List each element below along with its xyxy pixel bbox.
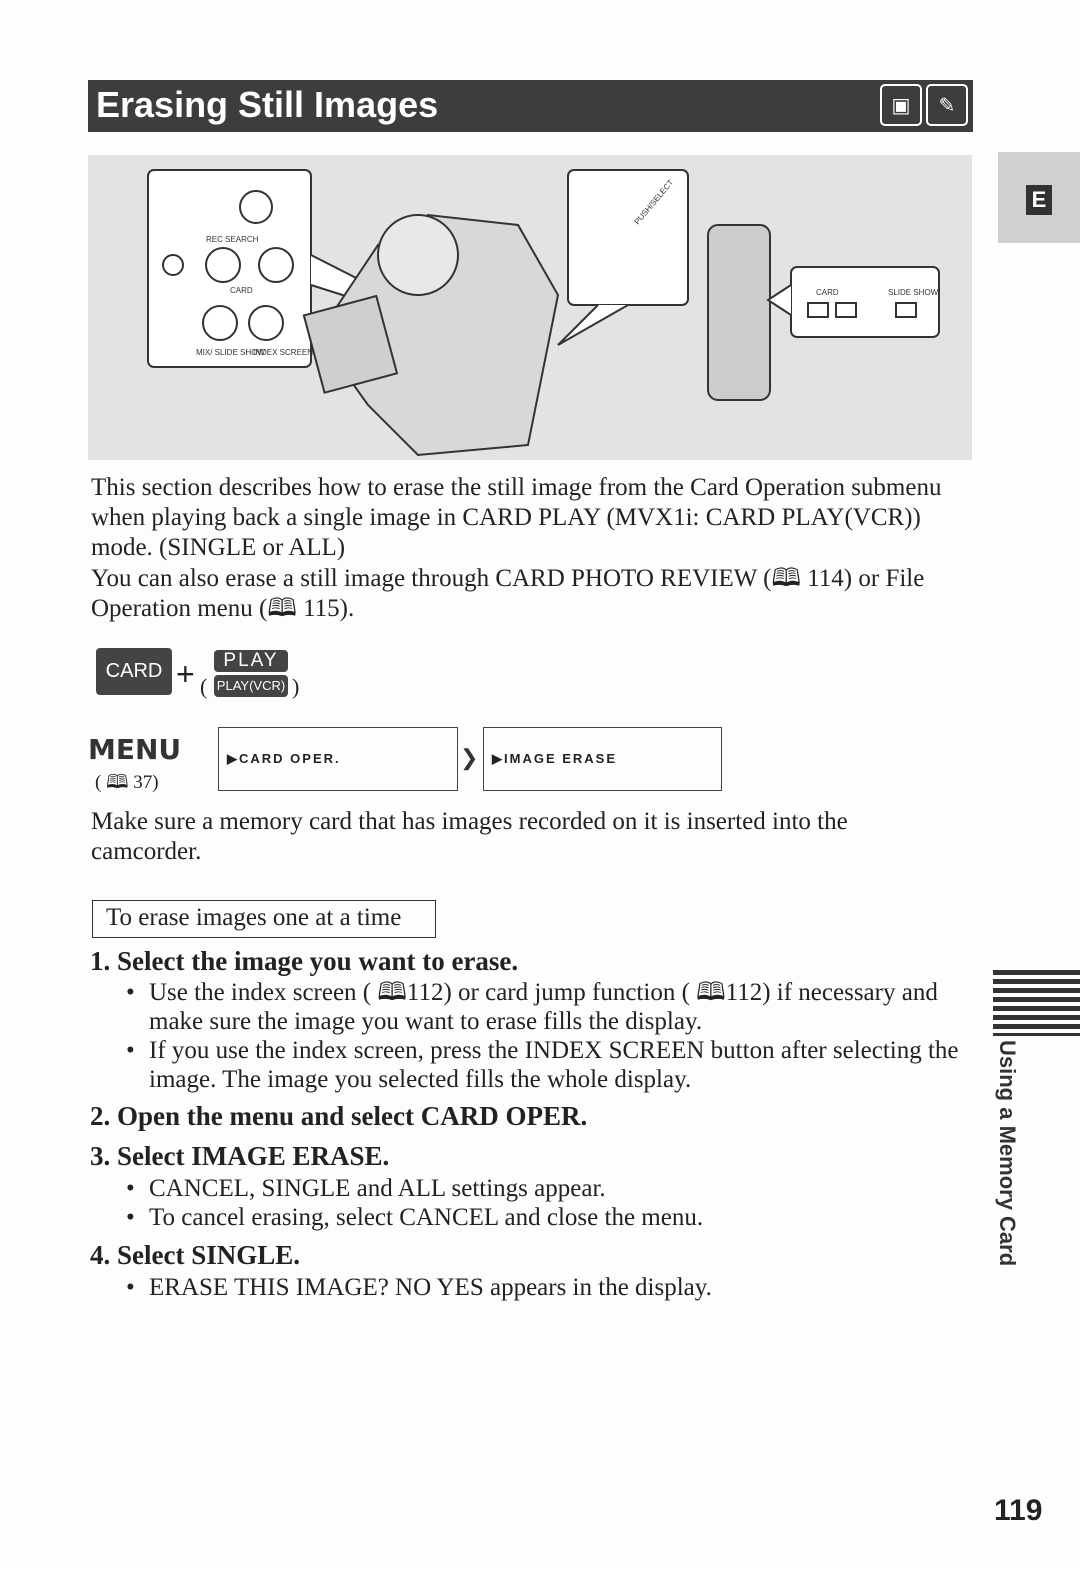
- card-label: CARD: [230, 286, 253, 295]
- remote-card-label: CARD: [816, 288, 839, 297]
- intro-paragraph-2: You can also erase a still image through…: [91, 564, 951, 624]
- bullet: • CANCEL, SINGLE and ALL settings appear.: [126, 1174, 966, 1203]
- book-icon: 🕮: [377, 979, 407, 1006]
- remote-slide-show-label: SLIDE SHOW: [888, 288, 939, 297]
- book-icon: 🕮: [106, 772, 129, 793]
- step-1: 1. Select the image you want to erase.: [90, 946, 519, 976]
- text: 115).: [296, 595, 355, 622]
- language-letter: E: [1026, 185, 1052, 215]
- language-tab: E: [998, 152, 1080, 243]
- menu-box-card-oper: ▶CARD OPER.: [218, 727, 458, 791]
- book-icon: 🕮: [771, 565, 801, 592]
- manual-page: Erasing Still Images ▣ ✎ REC SEARCH CARD…: [0, 0, 1080, 1569]
- note-paragraph: Make sure a memory card that has images …: [91, 808, 848, 865]
- ref-page: 37: [133, 772, 153, 793]
- card-play-icon: ▣: [880, 84, 922, 126]
- title-bar: Erasing Still Images ▣ ✎: [88, 80, 973, 132]
- arrow-icon: ❯: [460, 745, 479, 770]
- bullet: • ERASE THIS IMAGE? NO YES appears in the…: [126, 1273, 966, 1302]
- bullet-text: CANCEL, SINGLE and ALL settings appear.: [149, 1175, 606, 1202]
- play-vcr-key: PLAY(VCR): [214, 675, 288, 697]
- bullet: • If you use the index screen, press the …: [126, 1036, 966, 1094]
- bullet: • Use the index screen ( 🕮112) or card ju…: [126, 979, 938, 1035]
- step-4: 4. Select SINGLE.: [90, 1240, 301, 1270]
- bullet-dot: •: [126, 1175, 135, 1202]
- bullet: • To cancel erasing, select CANCEL and cl…: [126, 1203, 966, 1232]
- intro-paragraph: This section describes how to erase the …: [91, 474, 942, 561]
- section-stripes: [993, 970, 1080, 1036]
- bullet-dot: •: [126, 1037, 135, 1064]
- paren-open: (: [200, 674, 208, 699]
- text: You can also erase a still image through…: [91, 565, 772, 592]
- book-icon: 🕮: [696, 979, 726, 1006]
- subheading-box: To erase images one at a time: [92, 900, 436, 938]
- rec-search-label: REC SEARCH: [206, 235, 259, 244]
- book-icon: 🕮: [267, 595, 297, 622]
- bullet-text: To cancel erasing, select CANCEL and clo…: [149, 1204, 704, 1231]
- bullet-text: If you use the index screen, press the I…: [149, 1037, 959, 1093]
- menu-ref: ( 🕮 37): [95, 772, 159, 793]
- menu-box-image-erase: ▶IMAGE ERASE: [483, 727, 722, 791]
- bullet-dot: •: [126, 1204, 135, 1231]
- plus-sign: +: [176, 656, 195, 692]
- menu-label: MENU: [88, 733, 182, 766]
- card-key: CARD: [96, 648, 172, 695]
- camcorder-illustration: REC SEARCH CARD MIX/ SLIDE SHOW INDEX SC…: [88, 155, 972, 460]
- remote-icon: ✎: [926, 84, 968, 126]
- index-screen-label: INDEX SCREEN: [253, 348, 313, 357]
- bullet-text: ERASE THIS IMAGE? NO YES appears in the …: [149, 1274, 712, 1301]
- paren-close: ): [292, 674, 300, 699]
- section-label: Using a Memory Card: [995, 1040, 1020, 1267]
- play-key: PLAY: [214, 650, 288, 672]
- page-title: Erasing Still Images: [96, 84, 439, 125]
- step-3: 3. Select IMAGE ERASE.: [90, 1141, 390, 1171]
- page-number: 119: [994, 1494, 1043, 1527]
- step-2: 2. Open the menu and select CARD OPER.: [90, 1101, 588, 1131]
- bullet-dot: •: [126, 1274, 135, 1301]
